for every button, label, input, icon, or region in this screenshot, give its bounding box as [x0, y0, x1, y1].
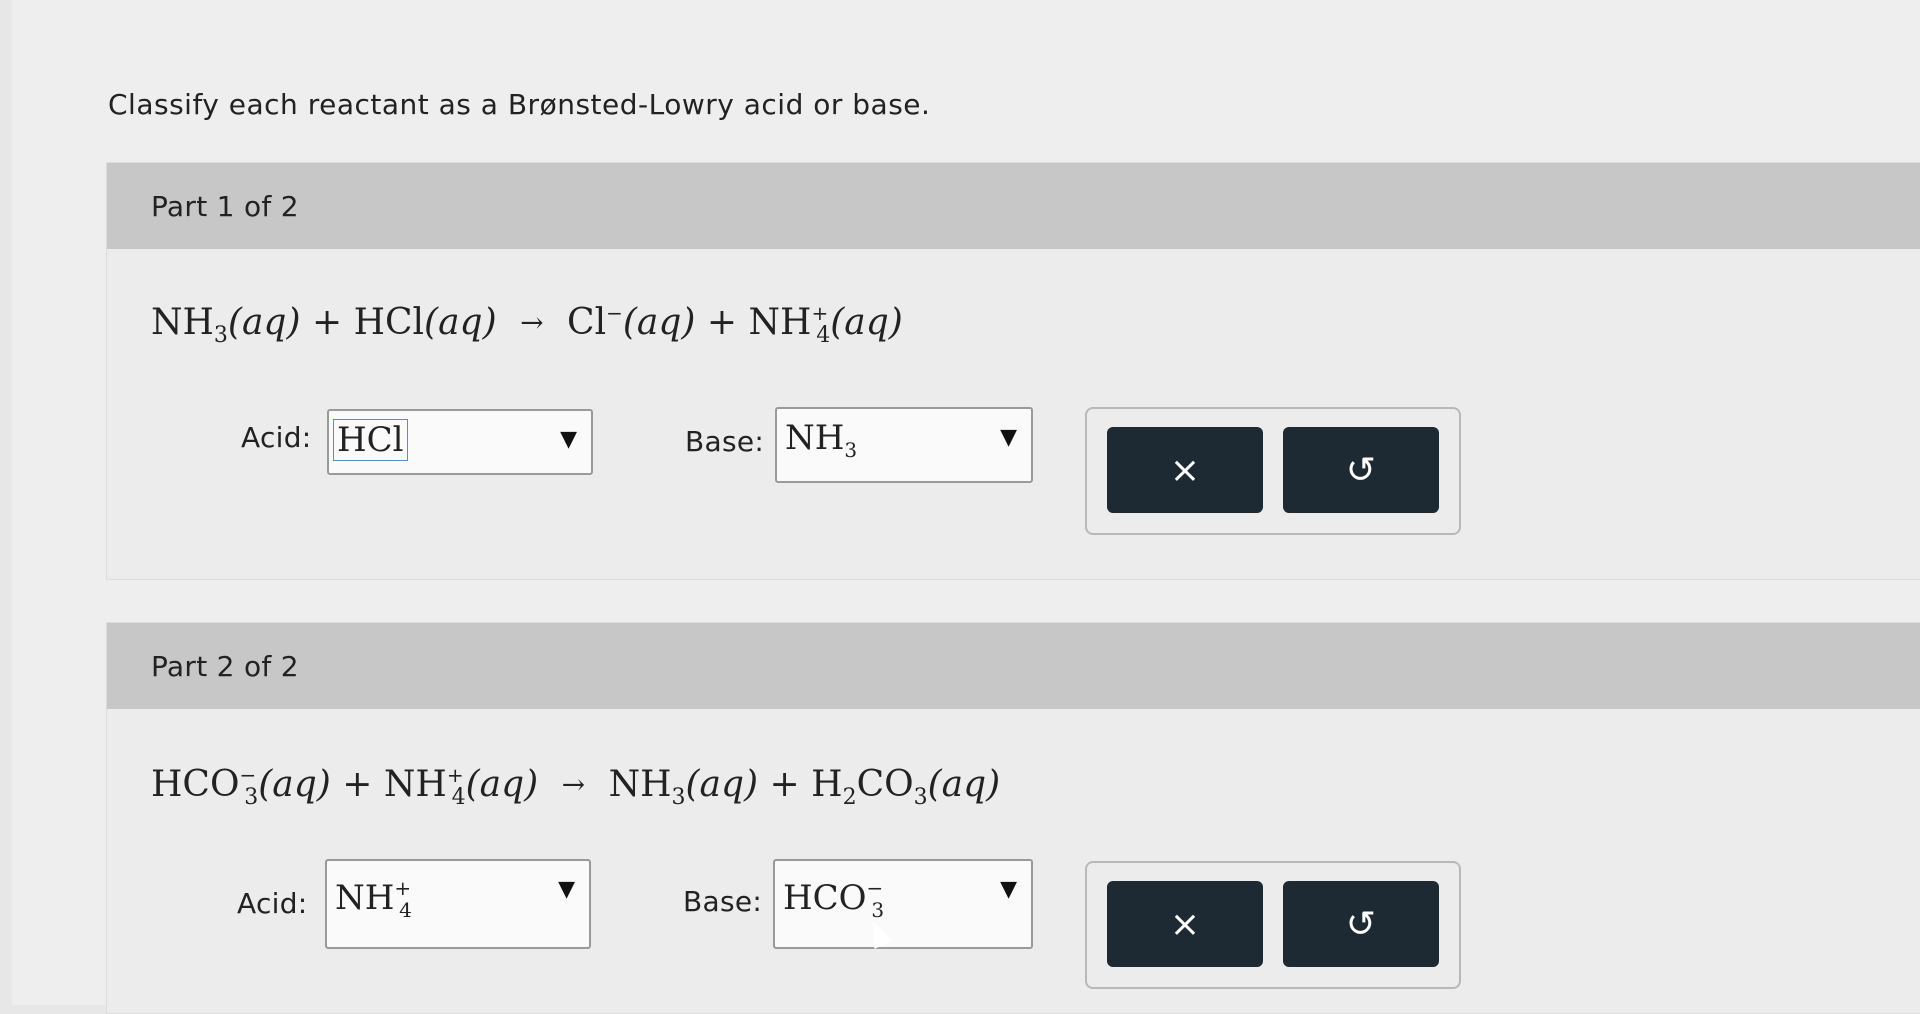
- eq-state: (aq): [685, 764, 759, 805]
- dropdown-caret-icon: ▼: [558, 877, 575, 902]
- close-icon: ×: [1169, 903, 1201, 945]
- eq-charge: +: [446, 763, 464, 787]
- clear-button[interactable]: ×: [1107, 881, 1263, 967]
- part-1-action-group: × ↺: [1085, 407, 1461, 535]
- eq-plus: +: [311, 302, 343, 343]
- eq-plus: +: [706, 302, 738, 343]
- part-2-equation: HCO−3(aq) + NH+4(aq) → NH3(aq) + H2CO3(a…: [151, 763, 1000, 810]
- reset-button[interactable]: ↺: [1283, 427, 1439, 513]
- eq-term: HCO: [151, 764, 240, 805]
- eq-term: NH: [748, 302, 812, 343]
- eq-subscript: 2: [842, 785, 857, 810]
- part-1-header: Part 1 of 2: [107, 163, 1920, 249]
- eq-charge: +: [811, 301, 829, 325]
- eq-term: NH: [608, 764, 672, 805]
- eq-state: (aq): [927, 764, 1001, 805]
- base-selected-value: HCO−3: [783, 876, 885, 922]
- eq-term: H: [811, 764, 843, 805]
- part-1-panel: Part 1 of 2 NH3(aq) + HCl(aq) → Cl−(aq) …: [106, 162, 1920, 580]
- eq-plus: +: [769, 764, 800, 805]
- eq-state: (aq): [465, 764, 539, 805]
- eq-state: (aq): [830, 302, 903, 343]
- base-selected-value: NH3: [785, 418, 858, 462]
- part-1-equation: NH3(aq) + HCl(aq) → Cl−(aq) + NH+4(aq): [151, 301, 903, 348]
- dropdown-caret-icon: ▼: [1000, 425, 1017, 450]
- eq-subscript: 3: [671, 785, 686, 810]
- eq-ion-scripts: +4: [811, 301, 830, 348]
- eq-charge: −: [239, 763, 257, 787]
- acid-selected-value: NH+4: [335, 876, 412, 922]
- acid-select[interactable]: NH+4 ▼: [325, 859, 591, 949]
- question-prompt: Classify each reactant as a Brønsted-Low…: [108, 88, 931, 121]
- undo-icon: ↺: [1345, 903, 1377, 945]
- eq-term: CO: [856, 764, 914, 805]
- eq-subscript: 3: [213, 323, 228, 348]
- base-label: Base:: [685, 425, 765, 458]
- base-label: Base:: [683, 885, 763, 918]
- eq-term: HCl: [353, 302, 425, 343]
- eq-charge: −: [606, 301, 623, 325]
- eq-subscript: 4: [451, 785, 466, 810]
- eq-state: (aq): [622, 302, 696, 343]
- part-2-header: Part 2 of 2: [107, 623, 1920, 709]
- close-icon: ×: [1169, 449, 1201, 491]
- eq-plus: +: [342, 764, 373, 805]
- acid-select[interactable]: HCl ▼: [327, 409, 593, 475]
- eq-subscript: 3: [913, 785, 928, 810]
- acid-label: Acid:: [237, 887, 308, 920]
- reaction-arrow-icon: →: [520, 306, 544, 339]
- eq-term: NH: [151, 302, 214, 343]
- part-2-panel: Part 2 of 2 HCO−3(aq) + NH+4(aq) → NH3(a…: [106, 622, 1920, 1014]
- eq-state: (aq): [258, 764, 331, 805]
- eq-term: NH: [383, 764, 447, 805]
- clear-button[interactable]: ×: [1107, 427, 1263, 513]
- dropdown-caret-icon: ▼: [560, 427, 577, 452]
- eq-ion-scripts: +4: [447, 763, 466, 810]
- base-select[interactable]: HCO−3 ▼: [773, 859, 1033, 949]
- acid-selected-value: HCl: [333, 419, 408, 461]
- eq-term: Cl: [567, 302, 607, 343]
- eq-subscript: 4: [816, 323, 831, 348]
- base-select[interactable]: NH3 ▼: [775, 407, 1033, 483]
- reaction-arrow-icon: →: [561, 768, 586, 801]
- eq-state: (aq): [424, 302, 497, 343]
- page: Classify each reactant as a Brønsted-Low…: [12, 0, 1920, 1014]
- eq-state: (aq): [227, 302, 301, 343]
- acid-label: Acid:: [241, 421, 312, 454]
- undo-icon: ↺: [1345, 449, 1377, 491]
- reset-button[interactable]: ↺: [1283, 881, 1439, 967]
- dropdown-caret-icon: ▼: [1000, 877, 1017, 902]
- part-2-action-group: × ↺: [1085, 861, 1461, 989]
- eq-subscript: 3: [244, 785, 259, 810]
- eq-ion-scripts: −3: [239, 763, 258, 810]
